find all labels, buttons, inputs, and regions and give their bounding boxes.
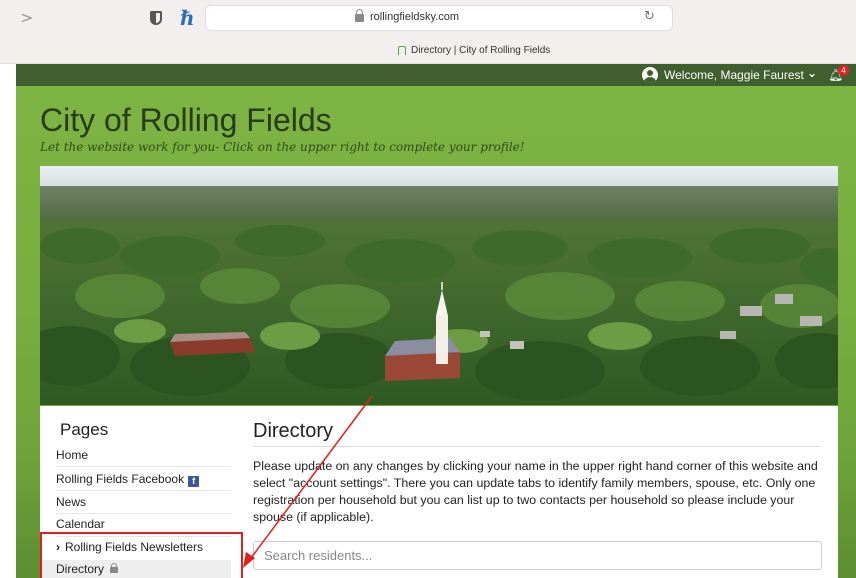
- home-favicon-icon: [398, 46, 406, 55]
- browser-tab[interactable]: Directory | City of Rolling Fields: [0, 40, 856, 64]
- divider: [56, 513, 231, 514]
- site-tagline: Let the website work for you- Click on t…: [40, 140, 525, 154]
- sidebar-item-home[interactable]: Home: [56, 448, 88, 462]
- directory-instructions: Please update on any changes by clicking…: [253, 459, 818, 524]
- privacy-shield-icon[interactable]: [150, 11, 162, 25]
- divider: [56, 490, 231, 491]
- reload-icon[interactable]: ↻: [644, 9, 655, 24]
- sidebar-item-label: Calendar: [56, 517, 105, 531]
- page-title: Directory: [253, 420, 334, 442]
- user-avatar-icon[interactable]: [642, 67, 658, 83]
- divider: [56, 466, 231, 467]
- sidebar-item-label: Home: [56, 448, 89, 462]
- site-top-bar: Welcome, Maggie Faurest ⌄ 🔔︎ 4: [16, 64, 856, 86]
- sidebar-item-label: Rolling Fields Facebook: [56, 472, 185, 486]
- welcome-user-link[interactable]: Welcome, Maggie Faurest: [664, 68, 804, 82]
- sidebar-heading: Pages: [60, 420, 109, 439]
- main-content: Directory Please update on any changes b…: [231, 406, 838, 578]
- divider: [253, 446, 821, 447]
- facebook-icon: f: [188, 476, 200, 487]
- sidebar-item-calendar[interactable]: Calendar: [56, 517, 105, 531]
- forward-button[interactable]: >: [20, 8, 33, 27]
- extension-icon[interactable]: ℏ: [180, 6, 195, 30]
- notification-badge[interactable]: 4: [838, 65, 849, 76]
- chevron-down-icon[interactable]: ⌄: [807, 66, 817, 80]
- hero-aerial-photo: [40, 166, 838, 405]
- sidebar-item-news[interactable]: News: [56, 495, 86, 509]
- tab-title: Directory | City of Rolling Fields: [411, 45, 551, 56]
- site-title[interactable]: City of Rolling Fields: [40, 102, 332, 139]
- search-input[interactable]: [253, 541, 822, 570]
- annotation-highlight-box: [40, 532, 243, 578]
- browser-toolbar: > ℏ rollingfieldsky.com ↻: [0, 0, 856, 40]
- url-text[interactable]: rollingfieldsky.com: [370, 11, 459, 23]
- sidebar-item-facebook[interactable]: Rolling Fields Facebook f: [56, 472, 200, 487]
- address-bar[interactable]: rollingfieldsky.com ↻: [205, 5, 673, 31]
- lock-icon: [355, 9, 364, 22]
- sidebar-item-label: News: [56, 495, 87, 509]
- hero-image: [40, 166, 838, 405]
